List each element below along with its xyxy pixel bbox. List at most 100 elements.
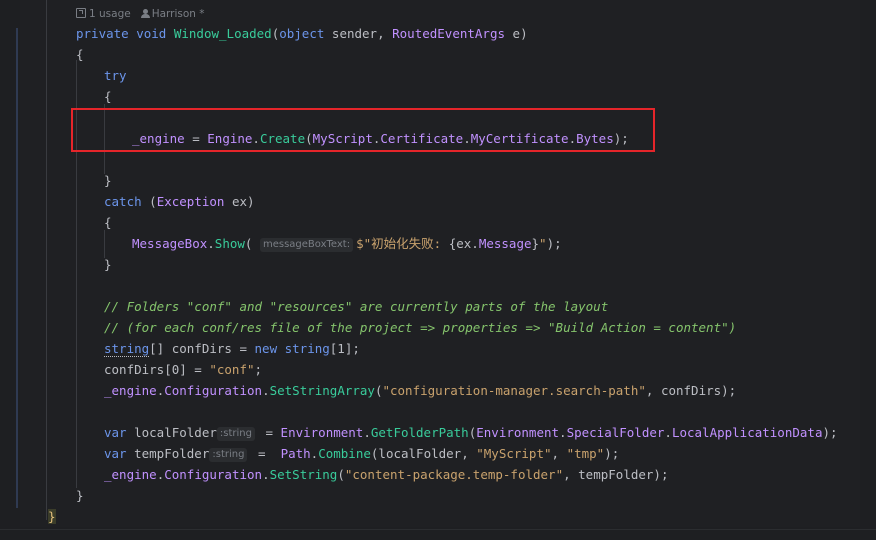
token: GetFolderPath <box>370 425 469 440</box>
code-line[interactable]: { <box>104 87 112 107</box>
type-hint: :string <box>216 427 255 441</box>
token: , confDirs); <box>645 383 737 398</box>
token: "conf" <box>209 362 255 377</box>
token: SetString <box>269 467 338 482</box>
code-line[interactable]: MessageBox.Show( messageBoxText: $"初始化失败:… <box>132 234 562 254</box>
token: Configuration <box>164 467 263 482</box>
token: } <box>531 236 540 251</box>
token: Environment <box>280 425 364 440</box>
token: Combine <box>318 446 371 461</box>
token: ( <box>337 467 345 482</box>
token: private <box>76 26 129 41</box>
token: . <box>471 236 479 251</box>
token: _engine <box>104 383 157 398</box>
token: Configuration <box>164 383 263 398</box>
token: Path <box>280 446 311 461</box>
token: MessageBox <box>132 236 208 251</box>
indent-guide <box>104 230 105 258</box>
token: // (for each conf/res file of the projec… <box>104 320 737 335</box>
token: "configuration-manager.search-path" <box>382 383 646 398</box>
token: localFolder <box>126 425 217 440</box>
token: . <box>363 425 371 440</box>
token: "MyScript" <box>476 446 552 461</box>
token: var <box>104 446 127 461</box>
indent-guide <box>46 0 47 520</box>
author-modified-mark: * <box>199 8 205 20</box>
token: Message <box>478 236 532 251</box>
code-line[interactable]: { <box>104 213 112 233</box>
author-name[interactable]: Harrison <box>152 8 196 20</box>
token: sender, <box>324 26 393 41</box>
code-line[interactable]: private void Window_Loaded(object sender… <box>76 24 528 44</box>
token: [] confDirs = <box>149 341 255 356</box>
token: // Folders "conf" and "resources" are cu… <box>104 299 609 314</box>
token: string <box>284 341 330 356</box>
token: ( <box>141 194 157 209</box>
usages-count[interactable]: 1 usage <box>89 8 131 20</box>
author-icon <box>140 9 150 18</box>
token: ); <box>546 236 562 251</box>
token: } <box>76 488 84 503</box>
code-vision-hints[interactable]: 1 usage Harrison * <box>76 6 205 22</box>
code-line[interactable]: _engine.Configuration.SetString("content… <box>104 465 668 485</box>
gutter-change-marker <box>16 28 18 508</box>
token: ( <box>244 236 253 251</box>
code-line[interactable]: catch (Exception ex) <box>104 192 255 212</box>
code-line[interactable]: } <box>48 507 56 527</box>
token: " <box>539 236 547 251</box>
code-line[interactable]: string[] confDirs = new string[1]; <box>104 339 360 359</box>
token: ); <box>822 425 838 440</box>
token: void <box>136 26 167 41</box>
code-line[interactable]: var localFolder:string = Environment.Get… <box>104 423 838 443</box>
code-line[interactable]: _engine.Configuration.SetStringArray("co… <box>104 381 736 401</box>
code-line[interactable]: } <box>76 486 84 506</box>
token: , tempFolder); <box>563 467 669 482</box>
token: $"初始化失败: <box>356 236 449 251</box>
token: string <box>104 341 150 357</box>
code-line[interactable]: { <box>76 45 84 65</box>
token: { <box>76 47 84 62</box>
token: ex) <box>224 194 255 209</box>
code-comment[interactable]: // Folders "conf" and "resources" are cu… <box>104 297 608 317</box>
usages-icon <box>76 8 86 18</box>
code-line[interactable]: try <box>104 66 127 86</box>
token: "tmp" <box>566 446 605 461</box>
token: [1]; <box>329 341 360 356</box>
token: . <box>262 467 270 482</box>
matched-brace: } <box>48 509 56 524</box>
token: = <box>250 446 281 461</box>
parameter-hint: messageBoxText: <box>259 238 354 252</box>
token: Exception <box>156 194 225 209</box>
token: . <box>262 383 270 398</box>
token: ex <box>456 236 472 251</box>
token: e) <box>505 26 528 41</box>
token: { <box>104 89 112 104</box>
token: tempFolder <box>126 446 210 461</box>
highlight-box <box>71 108 655 152</box>
token: new <box>254 341 278 356</box>
code-line[interactable]: } <box>104 255 112 275</box>
token: confDirs[0] = <box>104 362 210 377</box>
token: Window_Loaded <box>173 26 272 41</box>
token: } <box>104 173 112 188</box>
token: catch <box>104 194 142 209</box>
code-editor[interactable]: 1 usage Harrison * private void Window_Lo… <box>0 0 876 540</box>
token: RoutedEventArgs <box>392 26 506 41</box>
token: Environment <box>476 425 560 440</box>
code-comment[interactable]: // (for each conf/res file of the projec… <box>104 318 736 338</box>
code-line[interactable]: var tempFolder:string = Path.Combine(loc… <box>104 444 619 464</box>
token: ); <box>604 446 620 461</box>
token: var <box>104 425 127 440</box>
code-line[interactable]: } <box>104 171 112 191</box>
token: = <box>257 425 281 440</box>
token: , <box>551 446 567 461</box>
token: (localFolder, <box>370 446 477 461</box>
token: LocalApplicationData <box>671 425 823 440</box>
token: } <box>104 257 112 272</box>
token: . <box>207 236 215 251</box>
token: Show <box>214 236 245 251</box>
token: . <box>559 425 567 440</box>
token: { <box>104 215 112 230</box>
code-line[interactable]: confDirs[0] = "conf"; <box>104 360 262 380</box>
